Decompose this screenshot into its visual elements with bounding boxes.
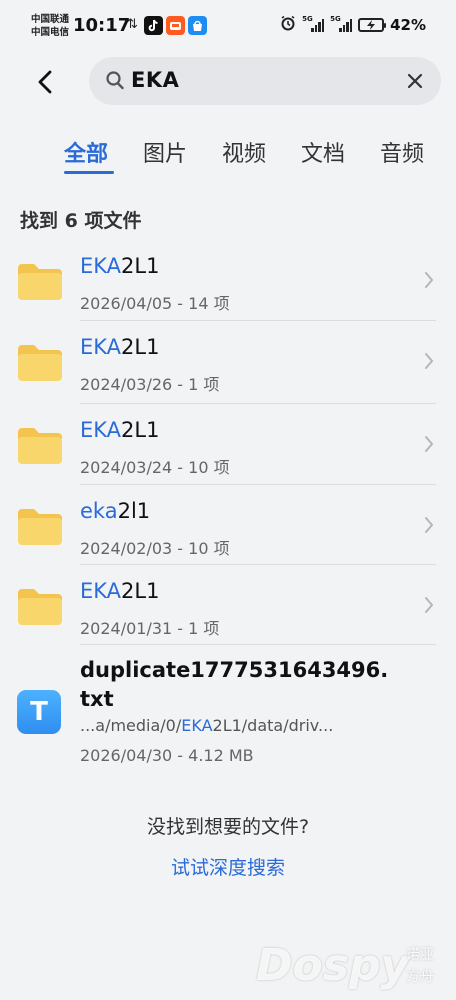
status-time: 10:17: [73, 15, 131, 36]
back-button[interactable]: [28, 63, 62, 101]
folder-meta: 2024/03/24 - 10 项: [80, 458, 230, 477]
watermark-sub: 诺亚 方舟: [406, 947, 434, 985]
folder-meta: 2024/01/31 - 1 项: [80, 619, 220, 638]
text-file-icon: T: [17, 690, 61, 734]
file-name: duplicate1777531643496.txt: [80, 658, 389, 711]
tiktok-icon: [144, 16, 163, 35]
folder-icon: [18, 264, 62, 300]
carrier-labels: 中国联通 中国电信: [31, 13, 69, 39]
folder-name: EKA2L1: [80, 579, 160, 603]
folder-icon: [18, 509, 62, 545]
folder-meta: 2024/02/03 - 10 项: [80, 539, 230, 558]
chevron-right-icon: [425, 517, 434, 533]
shopping-app-icon: [166, 16, 185, 35]
signal-icon-1: 5G: [302, 15, 325, 32]
tab-all[interactable]: 全部: [64, 136, 108, 168]
folder-name: eka2l1: [80, 499, 151, 523]
folder-meta: 2024/03/26 - 1 项: [80, 375, 220, 394]
list-item[interactable]: EKA2L1 2024/01/31 - 1 项: [0, 565, 456, 645]
list-item[interactable]: eka2l1 2024/02/03 - 10 项: [0, 485, 456, 565]
data-activity-icon: ⇅: [127, 17, 138, 32]
battery-icon: [358, 18, 387, 32]
divider: [80, 644, 436, 645]
chevron-right-icon: [425, 436, 434, 452]
active-tab-indicator: [64, 171, 114, 174]
tab-audio[interactable]: 音频: [380, 136, 424, 168]
folder-icon: [18, 589, 62, 625]
chevron-right-icon: [425, 597, 434, 613]
chevron-right-icon: [425, 272, 434, 288]
folder-icon: [18, 345, 62, 381]
close-icon: [407, 73, 423, 89]
file-meta: 2026/04/30 - 4.12 MB: [80, 746, 254, 765]
alarm-icon: [280, 15, 296, 35]
list-item[interactable]: EKA2L1 2024/03/26 - 1 项: [0, 321, 456, 401]
bag-app-icon: [188, 16, 207, 35]
folder-icon: [18, 428, 62, 464]
status-bar: 中国联通 中国电信 10:17 ⇅ 5G 5G 42%: [0, 0, 456, 50]
carrier-2: 中国电信: [31, 27, 70, 38]
status-indicators: 5G 5G 42%: [280, 15, 426, 35]
results-count: 找到 6 项文件: [20, 210, 142, 232]
tab-images[interactable]: 图片: [143, 136, 187, 168]
clear-search-button[interactable]: [403, 69, 427, 93]
watermark-logo: Dospy: [256, 940, 410, 991]
search-icon: [105, 70, 125, 96]
list-item[interactable]: EKA2L1 2024/03/24 - 10 项: [0, 404, 456, 484]
file-path: ...a/media/0/EKA2L1/data/driv...: [80, 716, 334, 735]
folder-meta: 2026/04/05 - 14 项: [80, 294, 230, 313]
search-query[interactable]: EKA: [131, 68, 179, 92]
folder-name: EKA2L1: [80, 335, 160, 359]
chevron-left-icon: [38, 70, 52, 94]
chevron-right-icon: [425, 353, 434, 369]
file-list-item[interactable]: T duplicate1777531643496.txt ...a/media/…: [0, 648, 456, 778]
category-tabs: 全部 图片 视频 文档 音频: [0, 136, 456, 176]
folder-name: EKA2L1: [80, 254, 160, 278]
carrier-1: 中国联通: [31, 14, 70, 25]
list-item[interactable]: EKA2L1 2026/04/05 - 14 项: [0, 240, 456, 320]
tab-videos[interactable]: 视频: [222, 136, 266, 168]
folder-name: EKA2L1: [80, 418, 160, 442]
signal-icon-2: 5G: [330, 15, 353, 32]
search-input[interactable]: EKA: [89, 57, 441, 105]
tab-documents[interactable]: 文档: [301, 136, 345, 168]
not-found-prompt: 没找到想要的文件?: [146, 816, 310, 838]
deep-search-link[interactable]: 试试深度搜索: [0, 853, 456, 880]
battery-percent: 42%: [390, 16, 426, 34]
